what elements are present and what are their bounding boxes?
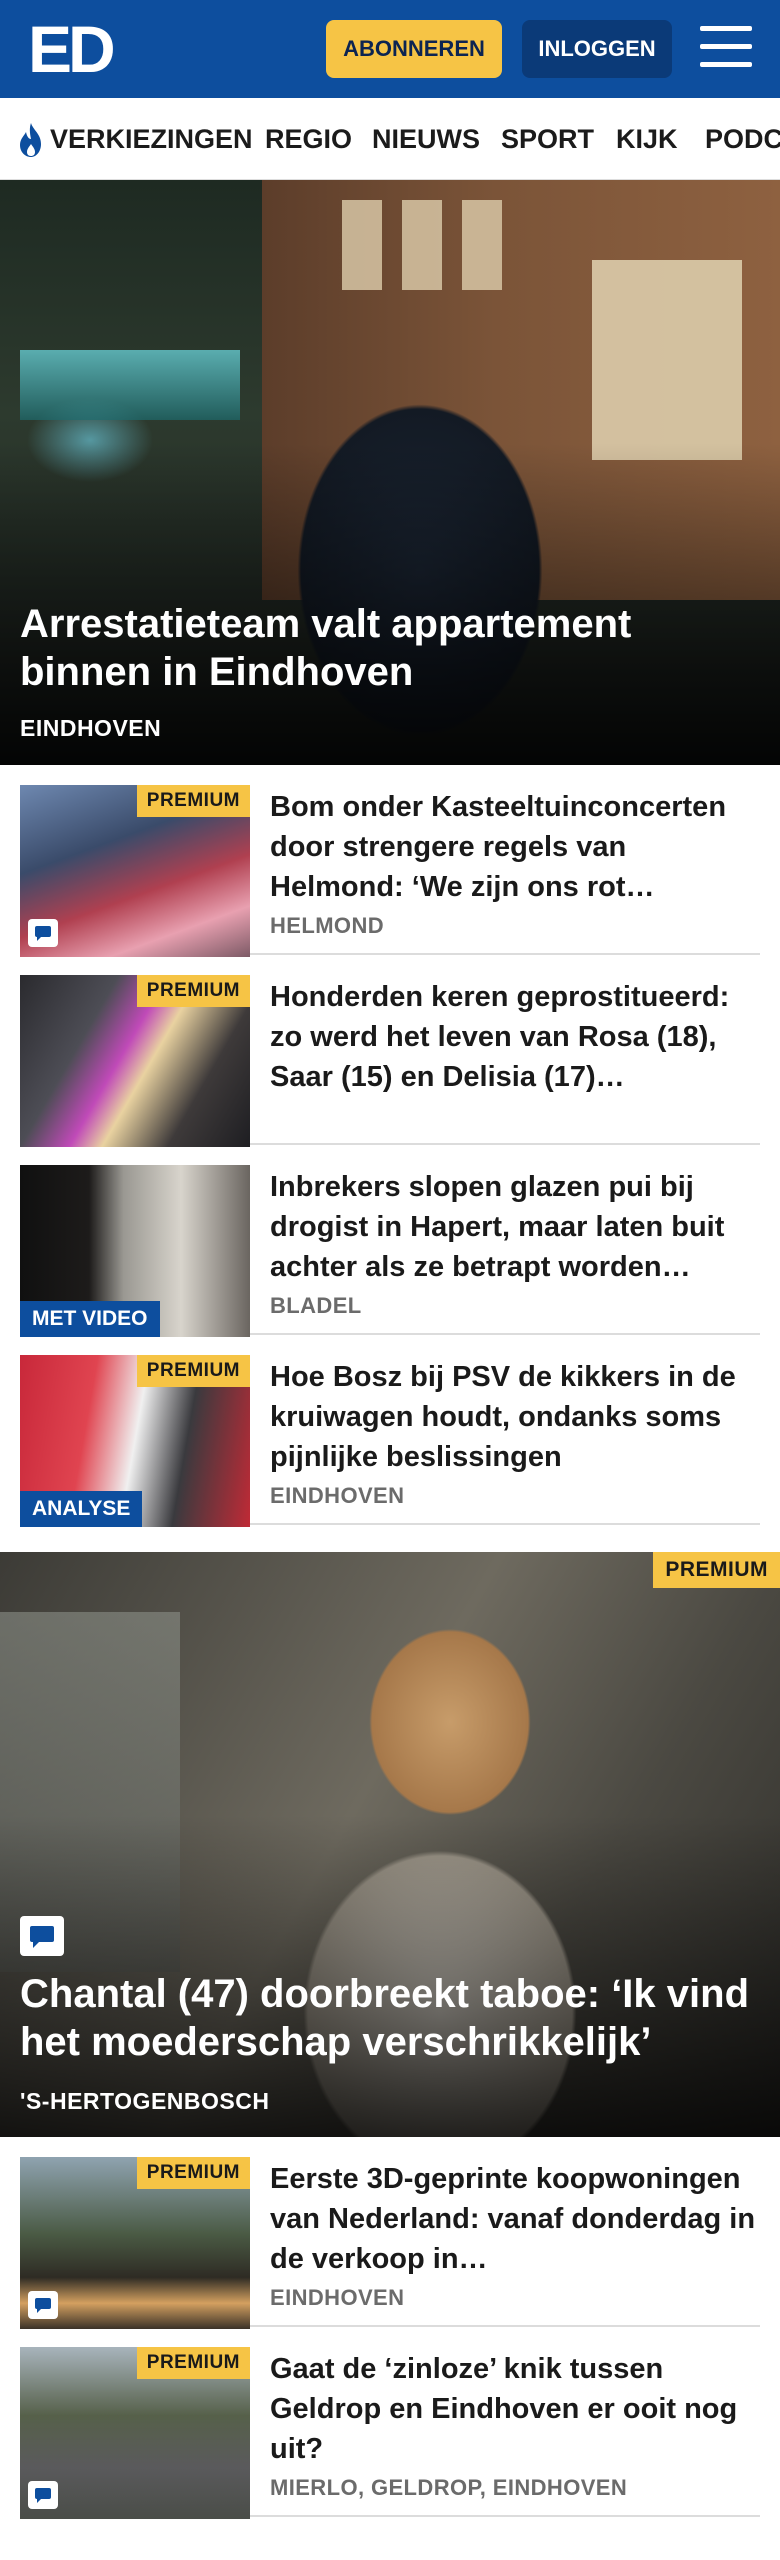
article-title[interactable]: Inbrekers slopen glazen pui bij drogist … xyxy=(270,1167,760,1287)
list-item[interactable]: MET VIDEO Inbrekers slopen glazen pui bi… xyxy=(20,1145,760,1337)
list-item[interactable]: PREMIUM ANALYSE Hoe Bosz bij PSV de kikk… xyxy=(20,1335,760,1527)
premium-badge: PREMIUM xyxy=(136,785,250,817)
subscribe-button[interactable]: ABONNEREN xyxy=(326,20,502,78)
menu-bar xyxy=(700,26,752,31)
article-location: EINDHOVEN xyxy=(270,1483,405,1508)
nav-item-kijk[interactable]: KIJK xyxy=(616,122,678,156)
article-title[interactable]: Eerste 3D-geprinte koopwonin­gen van Ned… xyxy=(270,2159,760,2279)
section-nav: VERKIEZINGEN REGIO NIEUWS SPORT KIJK POD… xyxy=(0,98,780,180)
list-item[interactable]: PREMIUM Honderden keren geprostitueerd: … xyxy=(20,955,760,1147)
article-thumbnail: PREMIUM xyxy=(20,975,250,1147)
hero-article[interactable]: Arrestatieteam valt appartement binnen i… xyxy=(0,180,780,765)
comment-icon xyxy=(28,2291,58,2319)
premium-badge: PREMIUM xyxy=(136,1355,250,1387)
logo-text: ED xyxy=(28,12,116,86)
login-button[interactable]: INLOGGEN xyxy=(522,20,672,78)
site-logo[interactable]: ED xyxy=(28,16,116,82)
feature-title[interactable]: Chantal (47) doorbreekt taboe: ‘Ik vind … xyxy=(20,1970,770,2066)
article-location: BLADEL xyxy=(270,1293,362,1318)
hero-title[interactable]: Arrestatieteam valt appartement binnen i… xyxy=(20,600,740,696)
article-title[interactable]: Honderden keren geprostitueerd: zo werd … xyxy=(270,977,760,1097)
analysis-label: ANALYSE xyxy=(20,1491,143,1527)
comment-icon xyxy=(28,919,58,947)
feature-location: 'S-HERTOGENBOSCH xyxy=(20,2088,270,2114)
premium-badge: PREMIUM xyxy=(136,2347,250,2379)
article-location: HELMOND xyxy=(270,913,385,938)
nav-item-sport[interactable]: SPORT xyxy=(501,122,594,156)
article-thumbnail: MET VIDEO xyxy=(20,1165,250,1337)
flame-icon xyxy=(20,123,41,157)
hamburger-menu-icon[interactable] xyxy=(700,24,752,70)
premium-badge: PREMIUM xyxy=(136,2157,250,2189)
article-thumbnail: PREMIUM ANALYSE xyxy=(20,1355,250,1527)
premium-badge: PREMIUM xyxy=(653,1552,780,1588)
site-header: ED ABONNEREN INLOGGEN xyxy=(0,0,780,98)
list-item[interactable]: PREMIUM Eerste 3D-geprinte koopwonin­gen… xyxy=(20,2137,760,2329)
menu-bar xyxy=(700,44,752,49)
article-title[interactable]: Gaat de ‘zinloze’ knik tussen Geldrop en… xyxy=(270,2349,760,2469)
article-thumbnail: PREMIUM xyxy=(20,785,250,957)
article-thumbnail: PREMIUM xyxy=(20,2157,250,2329)
comment-icon xyxy=(28,2481,58,2509)
nav-item-regio[interactable]: REGIO xyxy=(265,122,352,156)
feature-article[interactable]: PREMIUM Chantal (47) doorbreekt taboe: ‘… xyxy=(0,1552,780,2137)
list-item[interactable]: PREMIUM Gaat de ‘zinloze’ knik tussen Ge… xyxy=(20,2327,760,2519)
article-title[interactable]: Hoe Bosz bij PSV de kikkers in de kruiwa… xyxy=(270,1357,760,1477)
article-location: MIERLO, GELDROP, EINDHOVEN xyxy=(270,2475,628,2500)
hero-location: EINDHOVEN xyxy=(20,715,162,741)
nav-item-nieuws[interactable]: NIEUWS xyxy=(372,122,480,156)
nav-item-verkiezingen[interactable]: VERKIEZINGEN xyxy=(50,122,253,156)
premium-badge: PREMIUM xyxy=(136,975,250,1007)
video-label: MET VIDEO xyxy=(20,1301,160,1337)
list-item[interactable]: PREMIUM Bom onder Kasteeltuinconcerten d… xyxy=(20,765,760,957)
article-thumbnail: PREMIUM xyxy=(20,2347,250,2519)
comment-icon xyxy=(20,1916,64,1956)
menu-bar xyxy=(700,62,752,67)
article-title[interactable]: Bom onder Kasteeltuinconcerten door stre… xyxy=(270,787,760,907)
nav-item-podcasts[interactable]: PODC xyxy=(705,122,780,156)
article-location: EINDHOVEN xyxy=(270,2285,405,2310)
